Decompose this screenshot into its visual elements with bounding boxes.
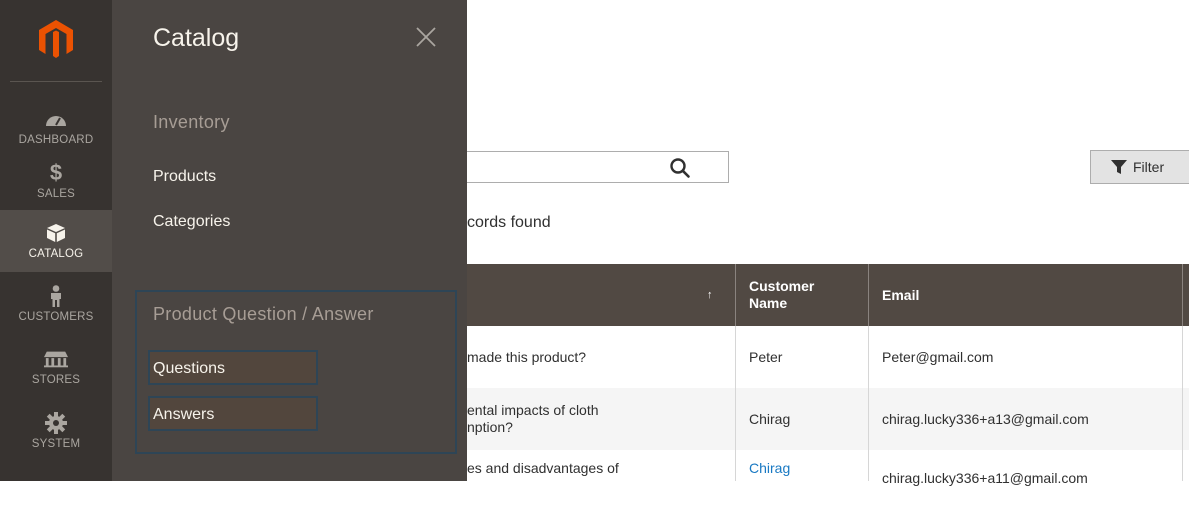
column-header-customer-name[interactable]: Customer Name (749, 264, 849, 326)
customer-name-cell: Chirag (749, 411, 791, 427)
nav-item-customers[interactable]: CUSTOMERS (0, 273, 112, 335)
search-icon[interactable] (669, 157, 691, 179)
question-cell: made this product? (467, 349, 587, 365)
nav-label-system: SYSTEM (31, 438, 81, 450)
customer-name-cell: Peter (749, 349, 783, 365)
nav-item-sales[interactable]: $ SALES (0, 150, 112, 212)
grid-header: ↑ Customer Name Email (467, 264, 1189, 326)
section-title-inventory: Inventory (153, 112, 230, 132)
menu-link-answers[interactable]: Answers (153, 406, 214, 424)
nav-item-dashboard[interactable]: DASHBOARD (0, 96, 112, 158)
column-separator (735, 264, 736, 326)
nav-label-dashboard: DASHBOARD (18, 134, 94, 146)
menu-link-questions[interactable]: Questions (153, 360, 225, 378)
dollar-icon: $ (49, 160, 63, 185)
nav-label-catalog: CATALOG (28, 248, 84, 260)
menu-link-products[interactable]: Products (153, 168, 216, 186)
nav-label-sales: SALES (36, 188, 76, 200)
question-cell: ental impacts of cloth nption? (467, 402, 599, 435)
column-header-email[interactable]: Email (882, 264, 1082, 326)
column-divider (868, 326, 869, 481)
column-separator (1182, 264, 1183, 326)
sort-arrow-icon[interactable]: ↑ (707, 264, 719, 326)
question-cell: es and disadvantages of (467, 460, 619, 476)
nav-label-stores: STORES (31, 374, 81, 386)
customer-name-link[interactable]: Chirag (749, 450, 790, 498)
filters-label: Filter (1133, 159, 1165, 175)
store-icon (44, 348, 68, 370)
filters-button[interactable]: Filter (1090, 150, 1189, 184)
box-icon (44, 222, 68, 244)
close-icon[interactable] (415, 26, 437, 48)
panel-title: Catalog (153, 24, 240, 52)
menu-link-categories[interactable]: Categories (153, 213, 230, 231)
funnel-icon (1111, 160, 1127, 174)
table-row[interactable]: made this product? Peter Peter@gmail.com (467, 326, 1189, 388)
table-row[interactable]: ental impacts of cloth nption? Chirag ch… (467, 388, 1189, 450)
magento-logo[interactable] (0, 0, 112, 80)
email-cell: chirag.lucky336+a13@gmail.com (882, 411, 1089, 427)
email-cell: Peter@gmail.com (882, 349, 994, 365)
column-separator (868, 264, 869, 326)
nav-item-catalog[interactable]: CATALOG (0, 210, 112, 272)
gear-icon (44, 412, 68, 434)
email-cell: chirag.lucky336+a11@gmail.com (882, 470, 1088, 486)
table-row[interactable]: es and disadvantages of Chirag chirag.lu… (467, 450, 1189, 486)
logo-divider (10, 81, 102, 82)
nav-label-customers: CUSTOMERS (18, 311, 94, 323)
column-divider (1182, 326, 1183, 481)
section-title-product-qa: Product Question / Answer (153, 304, 374, 324)
nav-item-stores[interactable]: STORES (0, 336, 112, 398)
person-icon (44, 285, 68, 307)
admin-sidebar: DASHBOARD $ SALES CATALOG CUSTOMERS STOR… (0, 0, 112, 481)
magento-logo-icon (39, 20, 73, 58)
records-found-text: cords found (467, 214, 551, 231)
dashboard-icon (44, 108, 68, 130)
column-divider (735, 326, 736, 481)
nav-item-system[interactable]: SYSTEM (0, 400, 112, 462)
catalog-submenu-panel: Catalog Inventory Products Categories Pr… (112, 0, 467, 481)
